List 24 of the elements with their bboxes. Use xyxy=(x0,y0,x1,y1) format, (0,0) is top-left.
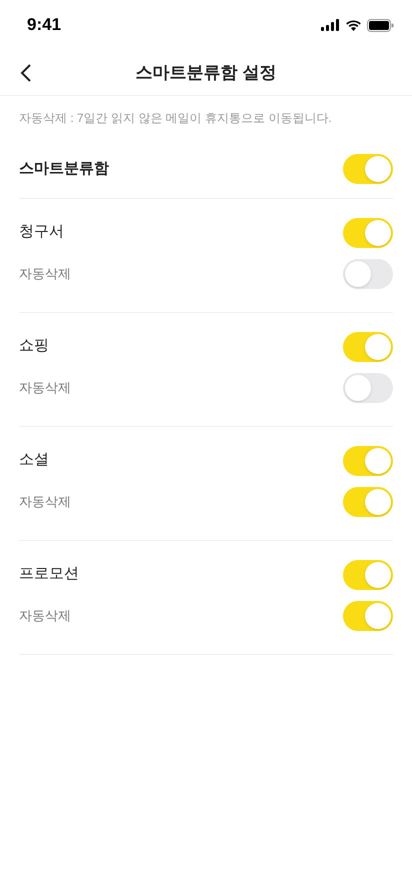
status-time: 9:41 xyxy=(27,14,62,36)
toggle-switch[interactable] xyxy=(343,218,393,248)
battery-icon xyxy=(367,18,394,32)
toggle-switch[interactable] xyxy=(343,332,393,362)
toggle-switch[interactable] xyxy=(343,372,393,402)
setting-label: 프로모션 xyxy=(19,564,79,584)
setting-label: 소셜 xyxy=(19,450,49,470)
toggle-switch[interactable] xyxy=(343,154,393,184)
setting-label: 자동삭제 xyxy=(19,378,71,397)
toggle-switch[interactable] xyxy=(343,600,393,630)
setting-label: 자동삭제 xyxy=(19,492,71,511)
setting-label: 스마트분류함 xyxy=(19,158,109,179)
setting-label: 쇼핑 xyxy=(19,336,49,356)
toggle-switch[interactable] xyxy=(343,560,393,590)
toggle-switch[interactable] xyxy=(343,446,393,476)
toggle-switch[interactable] xyxy=(343,258,393,288)
wifi-icon xyxy=(345,19,362,31)
signal-icon xyxy=(321,19,340,31)
setting-label: 자동삭제 xyxy=(19,264,71,283)
setting-label: 자동삭제 xyxy=(19,606,71,625)
notice-text: 자동삭제 : 7일간 읽지 않은 메일이 휴지통으로 이동됩니다. xyxy=(18,110,333,127)
toggle-switch[interactable] xyxy=(343,486,393,516)
page-title: 스마트분류함 설정 xyxy=(136,62,276,84)
setting-label: 청구서 xyxy=(19,222,64,242)
